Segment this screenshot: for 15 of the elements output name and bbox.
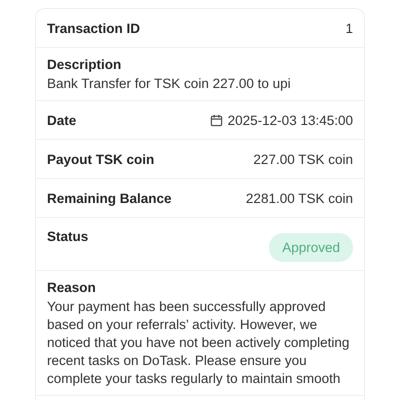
- payout-value: 227.00 TSK coin: [253, 152, 353, 166]
- reason-label: Reason: [47, 280, 96, 295]
- remaining-balance-label: Remaining Balance: [47, 190, 172, 206]
- transaction-id-label: Transaction ID: [47, 20, 140, 36]
- status-label: Status: [47, 229, 88, 246]
- calendar-icon: [210, 114, 223, 126]
- description-label: Description: [47, 57, 122, 72]
- payout-label: Payout TSK coin: [47, 152, 154, 166]
- date-value: 2025-12-03 13:45:00: [228, 112, 353, 128]
- remaining-balance-value: 2281.00 TSK coin: [246, 190, 353, 206]
- date-label: Date: [47, 112, 76, 128]
- transaction-id-value: 1: [345, 20, 353, 36]
- reason-text: Your payment has been successfully approved based on your referrals’ activity. However, we noticed that you have not been actively completing recent tasks on DoTask. Please ensure you complete your tasks regularly to maintain smooth: [47, 298, 350, 388]
- description-text: Bank Transfer for TSK coin 227.00 to upi: [47, 75, 292, 93]
- status-badge: Approved: [269, 233, 353, 262]
